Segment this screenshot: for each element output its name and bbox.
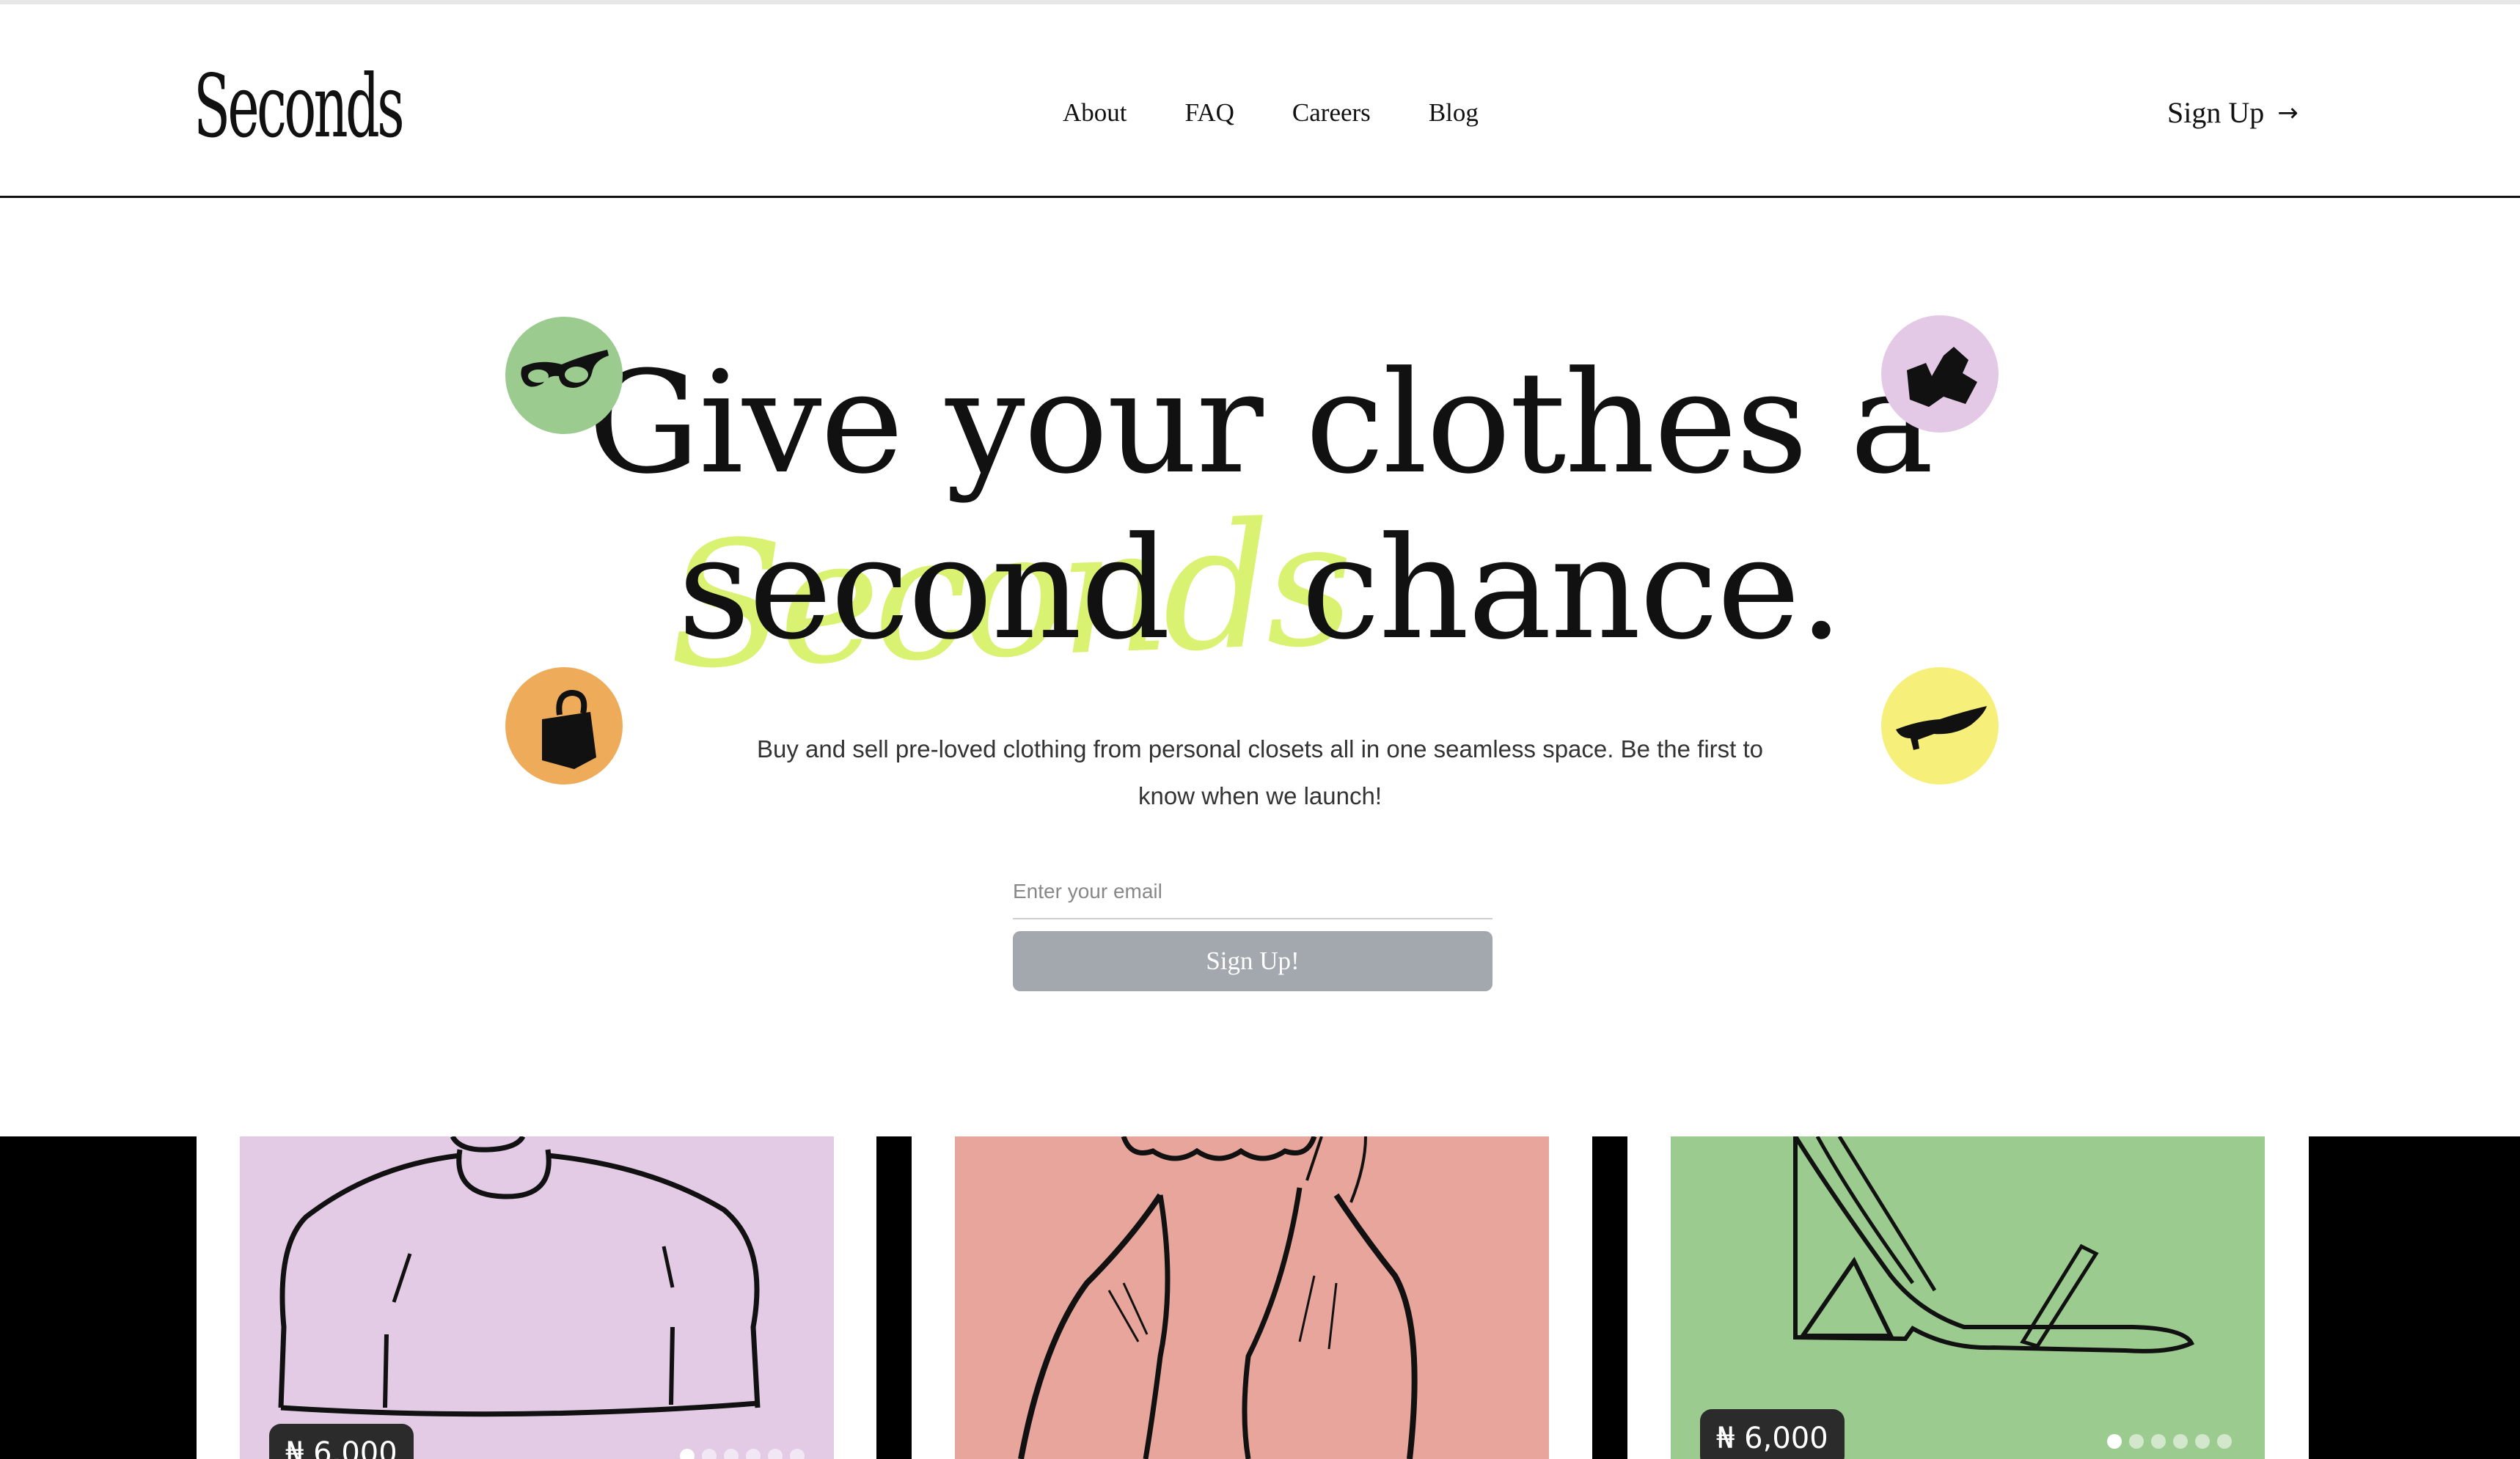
slide-dot[interactable] — [680, 1449, 695, 1459]
product-card-dress[interactable] — [955, 1136, 1549, 1459]
arrow-right-icon: → — [2277, 98, 2299, 128]
product-card-heel[interactable]: ₦ 6,000 — [1671, 1136, 2265, 1459]
carousel-divider — [1592, 1136, 1627, 1459]
main-nav: About FAQ Careers Blog — [1063, 98, 1536, 128]
slide-indicator — [680, 1449, 805, 1459]
price-tag: ₦ 6,000 — [269, 1424, 414, 1459]
sunglasses-icon — [521, 350, 609, 388]
nav-about[interactable]: About — [1063, 98, 1127, 128]
product-card-top[interactable]: ₦ 6,000 — [240, 1136, 834, 1459]
hero-subtitle: Buy and sell pre-loved clothing from per… — [756, 735, 1764, 809]
carousel-divider — [876, 1136, 912, 1459]
hero-word-chance: chance. — [1301, 507, 1843, 671]
nav-blog[interactable]: Blog — [1429, 98, 1479, 128]
logo[interactable]: Seconds — [194, 63, 405, 150]
header-signup-link[interactable]: Sign Up → — [2167, 95, 2299, 130]
slide-dot[interactable] — [2151, 1434, 2166, 1449]
top-illustration — [278, 1136, 761, 1417]
slide-dot[interactable] — [2107, 1434, 2122, 1449]
slide-dot[interactable] — [2173, 1434, 2188, 1449]
handbag-icon — [542, 689, 596, 769]
signup-button[interactable]: Sign Up! — [1013, 931, 1492, 991]
slide-dot[interactable] — [768, 1449, 783, 1459]
handbag-badge — [505, 667, 623, 784]
header-signup-label: Sign Up — [2167, 96, 2265, 129]
nav-faq[interactable]: FAQ — [1185, 98, 1234, 128]
price-tag: ₦ 6,000 — [1700, 1409, 1845, 1459]
email-field[interactable] — [1013, 865, 1492, 919]
hero-headline-line1: Give your clothes a — [587, 342, 1933, 505]
slide-dot[interactable] — [724, 1449, 739, 1459]
slide-dot[interactable] — [746, 1449, 761, 1459]
product-carousel: ₦ 6,000 ₦ 6,000 — [0, 1136, 2520, 1459]
site-header: Seconds About FAQ Careers Blog Sign Up → — [0, 4, 2520, 198]
slide-dot[interactable] — [790, 1449, 805, 1459]
gloves-badge — [1881, 315, 1999, 433]
slide-dot[interactable] — [2195, 1434, 2210, 1449]
carousel-divider — [0, 1136, 197, 1459]
hero-headline-line2: second chance. — [0, 519, 2520, 660]
sunglasses-badge — [505, 317, 623, 434]
heel-badge — [1881, 667, 1999, 784]
dress-illustration — [1018, 1136, 1418, 1459]
gloves-icon — [1907, 347, 1977, 407]
nav-careers[interactable]: Careers — [1292, 98, 1371, 128]
carousel-divider — [2309, 1136, 2520, 1459]
hero-word-second: second — [678, 507, 1171, 671]
slide-dot[interactable] — [702, 1449, 717, 1459]
slide-indicator — [2107, 1434, 2232, 1449]
heel-shoe-icon — [1896, 706, 1987, 750]
slide-dot[interactable] — [2129, 1434, 2144, 1449]
slide-dot[interactable] — [2217, 1434, 2232, 1449]
